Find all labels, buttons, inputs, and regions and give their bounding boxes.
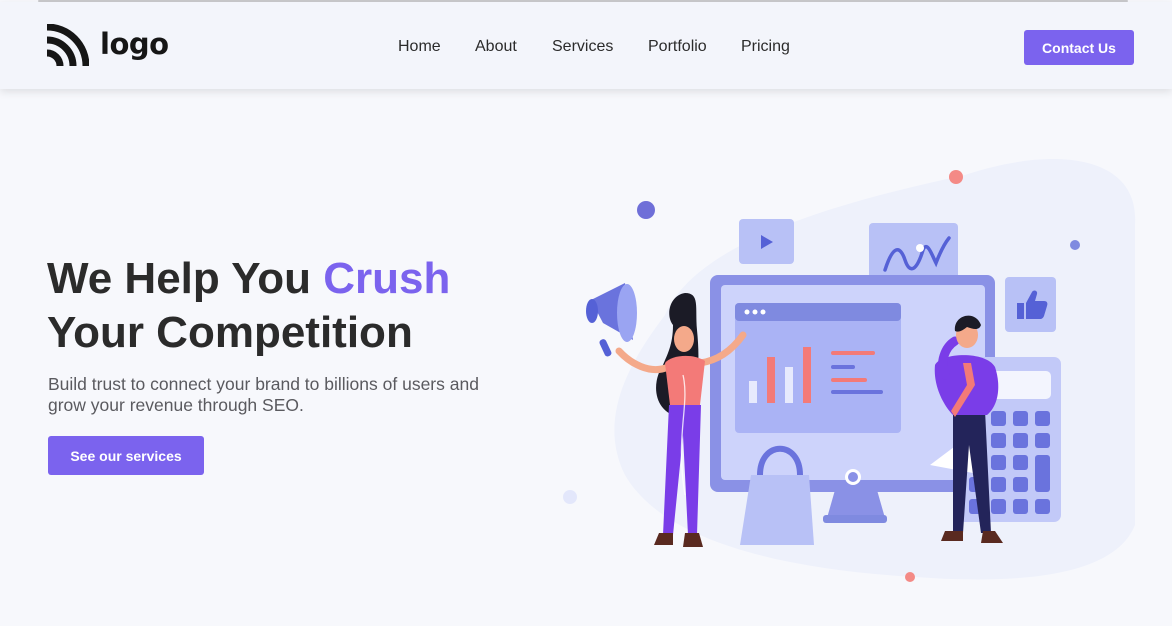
brand-name: logo: [100, 27, 169, 61]
dashboard-window: [735, 303, 901, 433]
hero-title: We Help You Crush Your Competition: [47, 252, 527, 360]
nav-link-services[interactable]: Services: [552, 38, 613, 56]
nav-link-portfolio[interactable]: Portfolio: [648, 38, 707, 56]
navbar: logo Home About Services Portfolio Prici…: [0, 2, 1172, 89]
hero-subtitle: Build trust to connect your brand to bil…: [48, 374, 479, 415]
decor-dot: [949, 170, 963, 184]
like-card: [1005, 277, 1056, 332]
page: logo Home About Services Portfolio Prici…: [0, 0, 1172, 626]
brand-logo[interactable]: logo: [47, 24, 169, 66]
signal-arcs-icon: [47, 24, 89, 66]
decor-dot: [905, 572, 915, 582]
see-services-button[interactable]: See our services: [48, 436, 204, 475]
nav-link-home[interactable]: Home: [398, 38, 441, 56]
play-card: [739, 219, 794, 264]
decor-dot: [563, 490, 577, 504]
nav-link-pricing[interactable]: Pricing: [741, 38, 790, 56]
decor-dot: [637, 201, 655, 219]
decor-dot: [1070, 240, 1080, 250]
hero-illustration: [563, 159, 1136, 582]
hero-title-part2: Your Competition: [47, 308, 413, 357]
hero-title-part1: We Help You: [47, 254, 324, 303]
hero-title-accent: Crush: [323, 254, 451, 303]
contact-us-button[interactable]: Contact Us: [1024, 30, 1134, 65]
megaphone-icon: [586, 283, 637, 357]
nav-link-about[interactable]: About: [475, 38, 517, 56]
